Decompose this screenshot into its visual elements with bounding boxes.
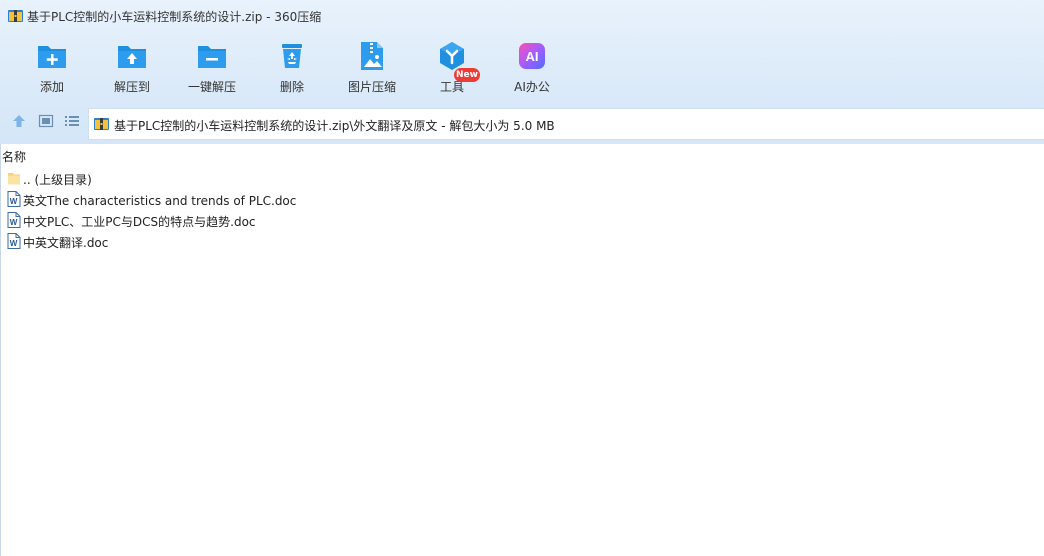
svg-text:W: W bbox=[10, 197, 18, 206]
delete-label: 删除 bbox=[279, 80, 304, 94]
svg-text:W: W bbox=[10, 218, 18, 227]
window-title: 基于PLC控制的小车运料控制系统的设计.zip - 360压缩 bbox=[27, 10, 322, 24]
one-click-extract-label: 一键解压 bbox=[187, 80, 236, 94]
one-click-extract-button[interactable]: 一键解压 bbox=[172, 36, 252, 98]
folder-icon bbox=[8, 173, 20, 185]
tools-label: 工具 bbox=[439, 80, 464, 94]
add-folder-icon bbox=[38, 46, 66, 68]
extract-to-label: 解压到 bbox=[113, 80, 150, 94]
list-item-name: .. (上级目录) bbox=[23, 173, 92, 187]
column-header-name[interactable]: 名称 bbox=[1, 148, 26, 164]
list-item[interactable]: W 英文The characteristics and trends of PL… bbox=[5, 189, 405, 209]
extract-to-icon bbox=[118, 46, 146, 68]
add-button[interactable]: 添加 bbox=[12, 36, 92, 98]
list-item-name: 中英文翻译.doc bbox=[23, 236, 109, 250]
image-compress-icon bbox=[361, 42, 383, 70]
list-item-name: 中文PLC、工业PC与DCS的特点与趋势.doc bbox=[23, 215, 256, 229]
word-doc-icon: W bbox=[7, 233, 21, 249]
list-item[interactable]: W 中文PLC、工业PC与DCS的特点与趋势.doc bbox=[5, 210, 405, 230]
archive-icon bbox=[8, 10, 23, 22]
delete-button[interactable]: 删除 bbox=[252, 36, 332, 98]
ai-icon-text: AI bbox=[526, 49, 539, 64]
title-bar: 基于PLC控制的小车运料控制系统的设计.zip - 360压缩 bbox=[0, 0, 1044, 32]
address-bar[interactable]: 基于PLC控制的小车运料控制系统的设计.zip\外文翻译及原文 - 解包大小为 … bbox=[88, 108, 1044, 140]
word-doc-icon: W bbox=[7, 191, 21, 207]
word-doc-icon: W bbox=[7, 212, 21, 228]
extract-to-button[interactable]: 解压到 bbox=[92, 36, 172, 98]
svg-text:W: W bbox=[10, 239, 18, 248]
image-compress-button[interactable]: 图片压缩 bbox=[332, 36, 412, 98]
app-window: 基于PLC控制的小车运料控制系统的设计.zip - 360压缩 添加 解压到 一… bbox=[0, 0, 1044, 556]
navigation-bar: 基于PLC控制的小车运料控制系统的设计.zip\外文翻译及原文 - 解包大小为 … bbox=[0, 106, 1044, 140]
ai-office-button[interactable]: AI AI办公 bbox=[492, 36, 572, 98]
ai-office-label: AI办公 bbox=[514, 80, 550, 94]
address-path: 基于PLC控制的小车运料控制系统的设计.zip\外文翻译及原文 - 解包大小为 … bbox=[114, 119, 555, 133]
toolbar: 添加 解压到 一键解压 删除 图片压缩 工具 AI AI办公 New bbox=[0, 36, 1044, 100]
archive-icon bbox=[94, 118, 109, 130]
add-label: 添加 bbox=[39, 80, 64, 94]
recycle-bin-icon bbox=[282, 44, 302, 68]
one-click-extract-icon bbox=[198, 46, 226, 68]
list-item-parent-dir[interactable]: .. (上级目录) bbox=[5, 168, 405, 188]
new-badge: New bbox=[454, 68, 480, 82]
image-compress-label: 图片压缩 bbox=[347, 80, 396, 94]
header-area: 基于PLC控制的小车运料控制系统的设计.zip - 360压缩 添加 解压到 一… bbox=[0, 0, 1044, 144]
list-item[interactable]: W 中英文翻译.doc bbox=[5, 231, 405, 251]
list-item-name: 英文The characteristics and trends of PLC.… bbox=[23, 194, 297, 208]
tools-button[interactable]: 工具 bbox=[412, 36, 492, 98]
ai-office-icon: AI bbox=[519, 43, 545, 69]
file-list: 名称 .. (上级目录) W 英文The characteristics and… bbox=[0, 144, 1044, 556]
thumbnail-view-icon[interactable] bbox=[38, 113, 54, 129]
up-arrow-icon[interactable] bbox=[11, 113, 27, 129]
list-view-icon[interactable] bbox=[64, 113, 80, 129]
